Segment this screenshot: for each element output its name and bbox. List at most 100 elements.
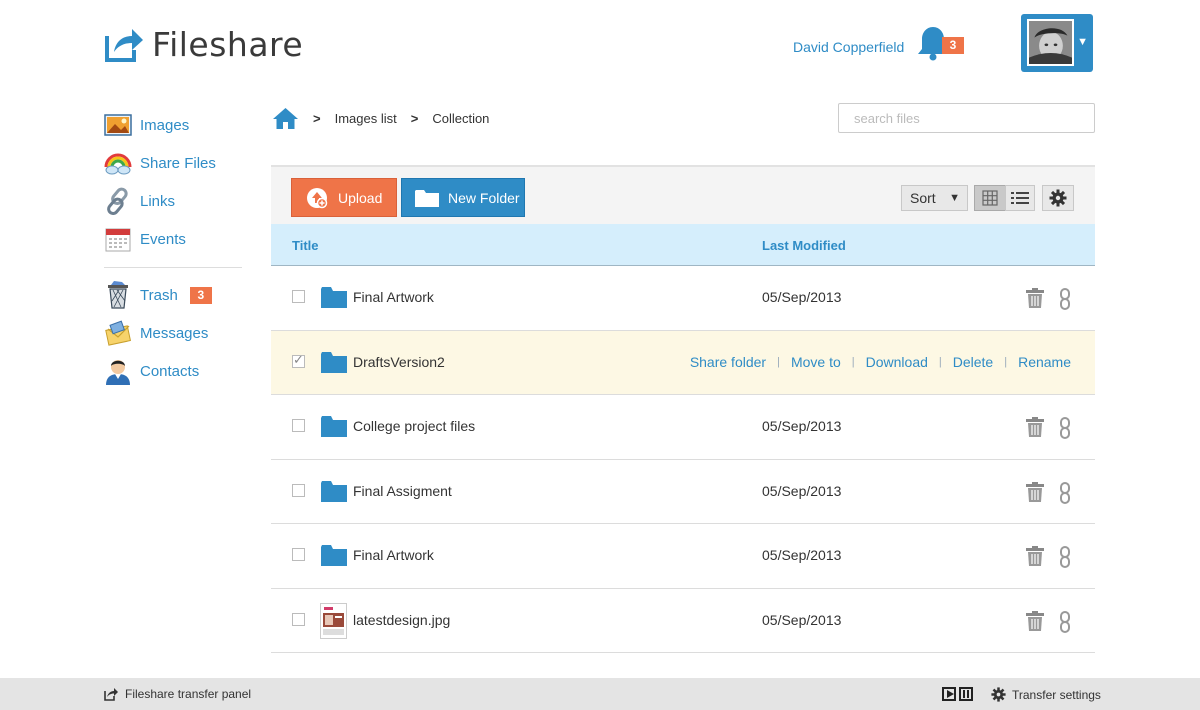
link-icon[interactable]: [1059, 610, 1071, 633]
table-header: Title Last Modified: [271, 224, 1095, 266]
links-icon: [107, 187, 128, 215]
share-folder-link[interactable]: Share folder: [690, 354, 766, 370]
transfer-panel-label: Fileshare transfer panel: [125, 687, 252, 701]
sidebar-item-trash[interactable]: Trash 3: [104, 276, 242, 314]
settings-button[interactable]: [1042, 185, 1074, 211]
action-separator: |: [1004, 355, 1008, 368]
sort-dropdown[interactable]: Sort ▼: [901, 185, 968, 211]
grid-icon: [982, 190, 998, 206]
events-icon: [105, 228, 131, 252]
pause-icon[interactable]: [959, 687, 973, 701]
chevron-down-icon: ▼: [1077, 36, 1088, 48]
sidebar-item-label: Images: [140, 116, 190, 134]
avatar: [1027, 19, 1074, 66]
toolbar: Upload New Folder Sort ▼: [271, 165, 1095, 224]
sidebar-item-images[interactable]: Images: [104, 106, 242, 144]
table-row[interactable]: Final Artwork 05/Sep/2013: [271, 524, 1095, 589]
app-logo[interactable]: Fileshare: [104, 24, 303, 64]
sidebar-item-events[interactable]: Events: [104, 220, 242, 258]
sidebar-item-contacts[interactable]: Contacts: [104, 352, 242, 390]
file-date: 05/Sep/2013: [762, 289, 842, 305]
file-name[interactable]: DraftsVersion2: [353, 354, 445, 370]
transfer-settings-button[interactable]: Transfer settings: [991, 687, 1101, 702]
table-row[interactable]: latestdesign.jpg 05/Sep/2013: [271, 589, 1095, 653]
messages-icon: [105, 320, 132, 346]
link-icon[interactable]: [1059, 546, 1071, 568]
sidebar-item-label: Trash: [140, 286, 178, 304]
file-name[interactable]: Final Assigment: [353, 483, 452, 499]
breadcrumb-separator-icon: >: [313, 110, 321, 126]
move-to-link[interactable]: Move to: [791, 354, 841, 370]
sidebar: Images Share Files Links Events Trash 3 …: [104, 106, 242, 390]
folder-icon: [321, 351, 347, 373]
upload-button[interactable]: Upload: [291, 178, 397, 217]
home-icon[interactable]: [272, 106, 299, 130]
link-icon[interactable]: [1059, 417, 1071, 439]
file-date: 05/Sep/2013: [762, 547, 842, 563]
breadcrumb-separator-icon: >: [410, 110, 419, 126]
new-folder-button[interactable]: New Folder: [401, 178, 525, 217]
user-name[interactable]: David Copperfield: [793, 39, 904, 55]
share-arrow-icon: [104, 688, 118, 701]
transfer-settings-label: Transfer settings: [1012, 687, 1101, 702]
trash-count-badge: 3: [189, 286, 212, 304]
transfer-panel-bar: Fileshare transfer panel Transfer settin…: [0, 678, 1200, 710]
breadcrumb-item[interactable]: Images list: [335, 111, 397, 126]
action-separator: |: [851, 355, 855, 368]
sidebar-item-share-files[interactable]: Share Files: [104, 144, 242, 182]
folder-icon: [321, 287, 347, 308]
row-checkbox[interactable]: [292, 483, 305, 497]
link-icon[interactable]: [1059, 481, 1071, 504]
search-input[interactable]: [838, 103, 1095, 133]
file-name[interactable]: College project files: [353, 418, 475, 434]
table-row[interactable]: Final Assigment 05/Sep/2013: [271, 460, 1095, 524]
gear-icon: [1049, 189, 1067, 207]
row-checkbox[interactable]: [292, 352, 305, 368]
images-icon: [104, 114, 132, 136]
column-header-modified[interactable]: Last Modified: [762, 238, 846, 253]
file-date: 05/Sep/2013: [762, 418, 842, 434]
transfer-controls: [942, 687, 973, 701]
rename-link[interactable]: Rename: [1018, 354, 1071, 370]
row-checkbox[interactable]: [292, 290, 305, 303]
action-separator: |: [938, 355, 942, 368]
table-row[interactable]: Final Artwork 05/Sep/2013: [271, 266, 1095, 331]
play-icon[interactable]: [942, 687, 956, 701]
delete-icon[interactable]: [1026, 610, 1044, 631]
list-view-button[interactable]: [1005, 185, 1035, 211]
row-checkbox[interactable]: [292, 419, 305, 432]
table-row[interactable]: College project files 05/Sep/2013: [271, 395, 1095, 460]
link-icon[interactable]: [1059, 288, 1071, 310]
list-icon: [1011, 192, 1029, 204]
contacts-icon: [106, 360, 130, 385]
sort-label: Sort: [910, 190, 936, 206]
notification-badge: 3: [942, 37, 964, 54]
column-header-title[interactable]: Title: [292, 238, 319, 253]
delete-link[interactable]: Delete: [953, 354, 993, 370]
new-folder-button-label: New Folder: [448, 189, 520, 206]
delete-icon[interactable]: [1026, 546, 1044, 566]
file-name[interactable]: Final Artwork: [353, 289, 434, 305]
row-checkbox[interactable]: [292, 548, 305, 561]
grid-view-button[interactable]: [974, 185, 1006, 211]
file-date: 05/Sep/2013: [762, 482, 842, 499]
table-row[interactable]: DraftsVersion2 Share folder | Move to | …: [271, 330, 1095, 395]
breadcrumb-current: Collection: [432, 110, 490, 126]
folder-icon: [321, 480, 347, 502]
download-link[interactable]: Download: [866, 354, 928, 370]
breadcrumb: > Images list > Collection: [272, 106, 489, 130]
image-thumbnail: [320, 602, 347, 639]
gear-icon: [991, 687, 1006, 702]
row-checkbox[interactable]: [292, 612, 305, 626]
sidebar-item-label: Share Files: [140, 154, 216, 172]
delete-icon[interactable]: [1026, 417, 1044, 437]
file-date: 05/Sep/2013: [762, 611, 842, 628]
sidebar-item-links[interactable]: Links: [104, 182, 242, 220]
delete-icon[interactable]: [1026, 288, 1044, 308]
user-menu-button[interactable]: ▼: [1021, 14, 1093, 72]
file-name[interactable]: latestdesign.jpg: [353, 612, 450, 628]
sidebar-item-messages[interactable]: Messages: [104, 314, 242, 352]
transfer-panel-toggle[interactable]: Fileshare transfer panel: [104, 687, 251, 701]
file-name[interactable]: Final Artwork: [353, 547, 434, 563]
delete-icon[interactable]: [1026, 481, 1044, 502]
